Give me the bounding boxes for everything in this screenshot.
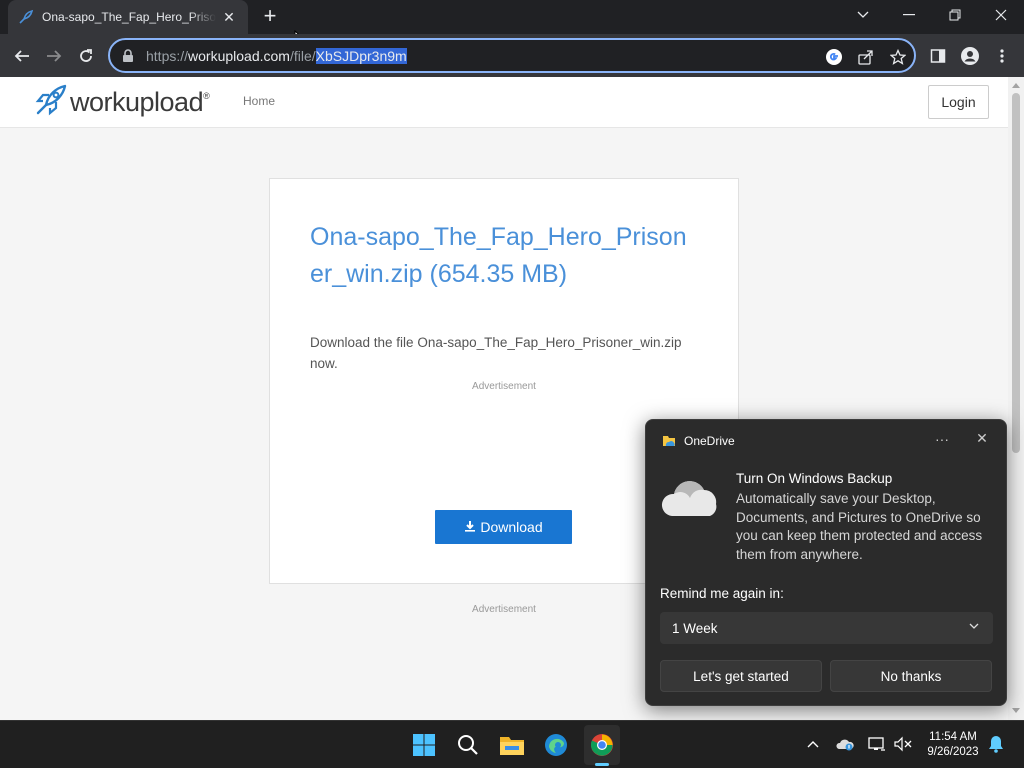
- onedrive-notification: OneDrive ··· ✕ Turn On Windows Backup Au…: [645, 419, 1007, 706]
- file-title: Ona-sapo_The_Fap_Hero_Prisoner_win.zip (…: [310, 223, 687, 288]
- site-header: workupload ® Home Login: [0, 77, 1008, 128]
- toast-body: Automatically save your Desktop, Documen…: [736, 491, 983, 562]
- edge-browser-icon[interactable]: [540, 729, 572, 761]
- browser-toolbar: https://workupload.com/file/XbSJDpr3n9m: [0, 34, 1024, 77]
- remind-dropdown[interactable]: 1 Week: [660, 612, 993, 644]
- scroll-down-arrow-icon[interactable]: [1012, 708, 1020, 713]
- url-host: workupload.com: [188, 47, 290, 64]
- clock-date: 9/26/2023: [927, 746, 979, 758]
- volume-muted-icon[interactable]: [894, 735, 912, 753]
- windows-start-icon[interactable]: [408, 729, 440, 761]
- tab-search-chevron-icon[interactable]: [840, 0, 886, 30]
- google-lens-icon[interactable]: [824, 47, 844, 67]
- browser-menu-icon[interactable]: [988, 42, 1016, 70]
- download-button[interactable]: Download: [435, 510, 572, 544]
- logo-registered-mark: ®: [203, 90, 210, 101]
- advertisement-label: Advertisement: [472, 381, 536, 392]
- bookmark-star-icon[interactable]: [888, 47, 908, 67]
- system-clock[interactable]: 11:54 AM 9/26/2023: [918, 730, 988, 760]
- file-description: Download the file Ona-sapo_The_Fap_Hero_…: [310, 335, 682, 371]
- reload-icon[interactable]: [72, 42, 100, 70]
- more-options-icon[interactable]: ···: [932, 431, 952, 447]
- clock-time: 11:54 AM: [929, 731, 977, 743]
- notification-bell-icon[interactable]: [987, 735, 1005, 753]
- download-arrow-icon: [464, 520, 476, 535]
- restore-icon[interactable]: [932, 0, 978, 30]
- minimize-icon[interactable]: [886, 0, 932, 30]
- download-label: Download: [480, 519, 543, 535]
- browser-tab-active[interactable]: Ona-sapo_The_Fap_Hero_Prisoner_win.zip (…: [8, 0, 248, 34]
- url-text[interactable]: https://workupload.com/file/XbSJDpr3n9m: [146, 47, 407, 64]
- workupload-logo[interactable]: workupload ®: [34, 83, 210, 122]
- logo-text: workupload: [70, 87, 204, 117]
- running-app-indicator: [595, 763, 609, 766]
- chevron-down-icon: [969, 620, 979, 632]
- tab-strip: Ona-sapo_The_Fap_Hero_Prisoner_win.zip (…: [0, 0, 1024, 34]
- profile-avatar-icon[interactable]: [956, 42, 984, 70]
- onedrive-tray-icon[interactable]: [836, 735, 854, 753]
- onedrive-app-icon: [662, 434, 676, 448]
- new-tab-button[interactable]: +: [258, 5, 282, 29]
- toast-app-header: OneDrive: [662, 434, 735, 448]
- scroll-up-arrow-icon[interactable]: [1012, 83, 1020, 88]
- close-window-icon[interactable]: [978, 0, 1024, 30]
- scroll-thumb[interactable]: [1012, 93, 1020, 453]
- search-icon[interactable]: [452, 729, 484, 761]
- cloud-icon: [660, 476, 722, 523]
- back-arrow-icon[interactable]: [8, 42, 36, 70]
- side-panel-icon[interactable]: [924, 42, 952, 70]
- workupload-favicon-icon: [18, 9, 34, 25]
- share-icon[interactable]: [856, 47, 876, 67]
- toast-heading: Turn On Windows Backup: [736, 471, 893, 486]
- nav-home-link[interactable]: Home: [243, 94, 275, 108]
- toast-app-name: OneDrive: [684, 434, 735, 448]
- tray-overflow-chevron-up-icon[interactable]: [804, 735, 822, 753]
- network-icon[interactable]: [868, 735, 886, 753]
- page-scrollbar[interactable]: [1008, 77, 1024, 720]
- url-path: /file/: [289, 47, 316, 64]
- remind-selected-value: 1 Week: [672, 620, 718, 636]
- chrome-browser-icon[interactable]: [586, 729, 618, 761]
- windows-taskbar: 11:54 AM 9/26/2023: [0, 720, 1024, 768]
- lock-icon[interactable]: [122, 48, 136, 63]
- remind-label: Remind me again in:: [660, 586, 784, 601]
- address-bar[interactable]: https://workupload.com/file/XbSJDpr3n9m: [108, 38, 916, 73]
- no-thanks-button[interactable]: No thanks: [830, 660, 992, 692]
- login-button[interactable]: Login: [928, 85, 989, 119]
- tab-title: Ona-sapo_The_Fap_Hero_Prisoner_win.zip (…: [42, 10, 216, 24]
- url-scheme: https://: [146, 47, 189, 64]
- lets-get-started-button[interactable]: Let's get started: [660, 660, 822, 692]
- file-explorer-icon[interactable]: [496, 729, 528, 761]
- tab-close-icon[interactable]: ✕: [220, 9, 238, 26]
- url-selected-text: XbSJDpr3n9m: [315, 47, 407, 64]
- rocket-logo-icon: [34, 83, 68, 122]
- close-icon[interactable]: ✕: [972, 430, 992, 447]
- forward-arrow-icon[interactable]: [40, 42, 68, 70]
